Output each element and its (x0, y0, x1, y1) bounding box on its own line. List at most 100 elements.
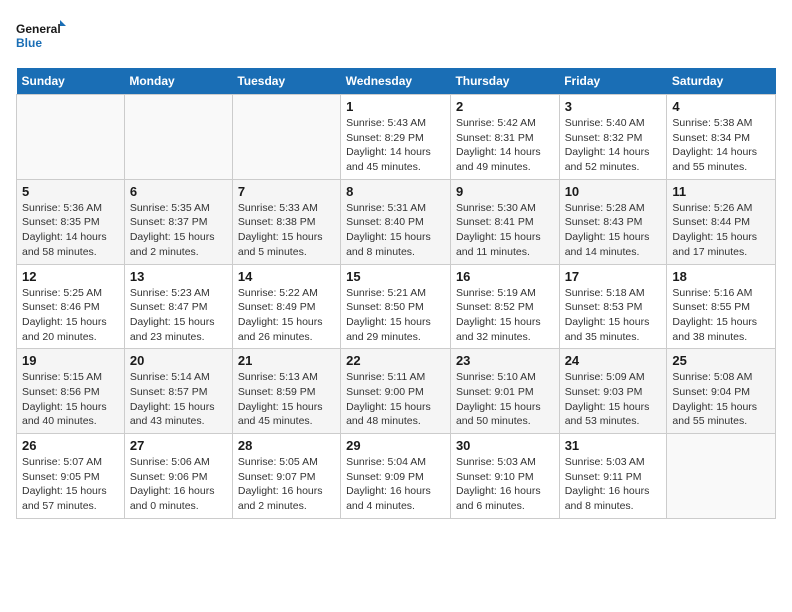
svg-text:Blue: Blue (16, 36, 42, 50)
day-number: 28 (238, 438, 335, 453)
day-info: Sunrise: 5:03 AM Sunset: 9:11 PM Dayligh… (565, 455, 662, 514)
day-number: 25 (672, 353, 770, 368)
day-info: Sunrise: 5:08 AM Sunset: 9:04 PM Dayligh… (672, 370, 770, 429)
calendar-header-row: SundayMondayTuesdayWednesdayThursdayFrid… (17, 68, 776, 95)
calendar-cell: 5 Sunrise: 5:36 AM Sunset: 8:35 PM Daylig… (17, 179, 125, 264)
day-number: 10 (565, 184, 662, 199)
day-info: Sunrise: 5:11 AM Sunset: 9:00 PM Dayligh… (346, 370, 445, 429)
day-info: Sunrise: 5:09 AM Sunset: 9:03 PM Dayligh… (565, 370, 662, 429)
day-number: 26 (22, 438, 119, 453)
day-info: Sunrise: 5:23 AM Sunset: 8:47 PM Dayligh… (130, 286, 227, 345)
calendar-cell: 24 Sunrise: 5:09 AM Sunset: 9:03 PM Dayli… (559, 349, 667, 434)
day-number: 18 (672, 269, 770, 284)
calendar-cell: 11 Sunrise: 5:26 AM Sunset: 8:44 PM Dayli… (667, 179, 776, 264)
calendar-week-4: 19 Sunrise: 5:15 AM Sunset: 8:56 PM Dayli… (17, 349, 776, 434)
col-header-wednesday: Wednesday (341, 68, 451, 95)
day-info: Sunrise: 5:40 AM Sunset: 8:32 PM Dayligh… (565, 116, 662, 175)
calendar-week-3: 12 Sunrise: 5:25 AM Sunset: 8:46 PM Dayli… (17, 264, 776, 349)
day-info: Sunrise: 5:25 AM Sunset: 8:46 PM Dayligh… (22, 286, 119, 345)
day-info: Sunrise: 5:13 AM Sunset: 8:59 PM Dayligh… (238, 370, 335, 429)
day-number: 21 (238, 353, 335, 368)
calendar-cell: 22 Sunrise: 5:11 AM Sunset: 9:00 PM Dayli… (341, 349, 451, 434)
col-header-sunday: Sunday (17, 68, 125, 95)
day-number: 30 (456, 438, 554, 453)
day-number: 19 (22, 353, 119, 368)
calendar-cell (667, 434, 776, 519)
day-number: 11 (672, 184, 770, 199)
day-info: Sunrise: 5:04 AM Sunset: 9:09 PM Dayligh… (346, 455, 445, 514)
calendar-cell: 17 Sunrise: 5:18 AM Sunset: 8:53 PM Dayli… (559, 264, 667, 349)
day-number: 12 (22, 269, 119, 284)
day-info: Sunrise: 5:22 AM Sunset: 8:49 PM Dayligh… (238, 286, 335, 345)
calendar-cell: 18Sunrise: 5:16 AM Sunset: 8:55 PM Dayli… (667, 264, 776, 349)
calendar-cell: 8Sunrise: 5:31 AM Sunset: 8:40 PM Daylig… (341, 179, 451, 264)
day-number: 1 (346, 99, 445, 114)
day-info: Sunrise: 5:28 AM Sunset: 8:43 PM Dayligh… (565, 201, 662, 260)
day-number: 24 (565, 353, 662, 368)
day-number: 29 (346, 438, 445, 453)
calendar-cell: 4 Sunrise: 5:38 AM Sunset: 8:34 PM Daylig… (667, 95, 776, 180)
day-info: Sunrise: 5:21 AM Sunset: 8:50 PM Dayligh… (346, 286, 445, 345)
calendar-cell: 19 Sunrise: 5:15 AM Sunset: 8:56 PM Dayli… (17, 349, 125, 434)
day-number: 9 (456, 184, 554, 199)
calendar-week-2: 5 Sunrise: 5:36 AM Sunset: 8:35 PM Daylig… (17, 179, 776, 264)
calendar-cell: 10 Sunrise: 5:28 AM Sunset: 8:43 PM Dayli… (559, 179, 667, 264)
day-number: 2 (456, 99, 554, 114)
calendar-cell: 29 Sunrise: 5:04 AM Sunset: 9:09 PM Dayli… (341, 434, 451, 519)
day-number: 3 (565, 99, 662, 114)
page-header: General Blue (16, 16, 776, 56)
calendar-table: SundayMondayTuesdayWednesdayThursdayFrid… (16, 68, 776, 519)
calendar-cell: 25 Sunrise: 5:08 AM Sunset: 9:04 PM Dayli… (667, 349, 776, 434)
day-info: Sunrise: 5:18 AM Sunset: 8:53 PM Dayligh… (565, 286, 662, 345)
day-number: 15 (346, 269, 445, 284)
day-info: Sunrise: 5:26 AM Sunset: 8:44 PM Dayligh… (672, 201, 770, 260)
svg-text:General: General (16, 22, 61, 36)
day-info: Sunrise: 5:10 AM Sunset: 9:01 PM Dayligh… (456, 370, 554, 429)
day-info: Sunrise: 5:43 AM Sunset: 8:29 PM Dayligh… (346, 116, 445, 175)
day-number: 6 (130, 184, 227, 199)
calendar-cell (124, 95, 232, 180)
day-number: 4 (672, 99, 770, 114)
day-info: Sunrise: 5:15 AM Sunset: 8:56 PM Dayligh… (22, 370, 119, 429)
day-info: Sunrise: 5:30 AM Sunset: 8:41 PM Dayligh… (456, 201, 554, 260)
day-number: 27 (130, 438, 227, 453)
calendar-cell (232, 95, 340, 180)
day-info: Sunrise: 5:19 AM Sunset: 8:52 PM Dayligh… (456, 286, 554, 345)
calendar-week-1: 1 Sunrise: 5:43 AM Sunset: 8:29 PM Daylig… (17, 95, 776, 180)
day-number: 17 (565, 269, 662, 284)
col-header-thursday: Thursday (450, 68, 559, 95)
day-number: 23 (456, 353, 554, 368)
day-number: 13 (130, 269, 227, 284)
calendar-cell: 21 Sunrise: 5:13 AM Sunset: 8:59 PM Dayli… (232, 349, 340, 434)
calendar-cell: 23 Sunrise: 5:10 AM Sunset: 9:01 PM Dayli… (450, 349, 559, 434)
calendar-cell: 27 Sunrise: 5:06 AM Sunset: 9:06 PM Dayli… (124, 434, 232, 519)
day-info: Sunrise: 5:06 AM Sunset: 9:06 PM Dayligh… (130, 455, 227, 514)
calendar-cell: 13 Sunrise: 5:23 AM Sunset: 8:47 PM Dayli… (124, 264, 232, 349)
day-info: Sunrise: 5:14 AM Sunset: 8:57 PM Dayligh… (130, 370, 227, 429)
calendar-cell: 15 Sunrise: 5:21 AM Sunset: 8:50 PM Dayli… (341, 264, 451, 349)
day-number: 7 (238, 184, 335, 199)
calendar-cell: 16Sunrise: 5:19 AM Sunset: 8:52 PM Dayli… (450, 264, 559, 349)
col-header-monday: Monday (124, 68, 232, 95)
col-header-saturday: Saturday (667, 68, 776, 95)
day-info: Sunrise: 5:38 AM Sunset: 8:34 PM Dayligh… (672, 116, 770, 175)
calendar-cell: 30 Sunrise: 5:03 AM Sunset: 9:10 PM Dayli… (450, 434, 559, 519)
calendar-cell: 20 Sunrise: 5:14 AM Sunset: 8:57 PM Dayli… (124, 349, 232, 434)
day-info: Sunrise: 5:33 AM Sunset: 8:38 PM Dayligh… (238, 201, 335, 260)
calendar-cell (17, 95, 125, 180)
calendar-cell: 12 Sunrise: 5:25 AM Sunset: 8:46 PM Dayli… (17, 264, 125, 349)
calendar-cell: 2Sunrise: 5:42 AM Sunset: 8:31 PM Daylig… (450, 95, 559, 180)
day-info: Sunrise: 5:05 AM Sunset: 9:07 PM Dayligh… (238, 455, 335, 514)
col-header-friday: Friday (559, 68, 667, 95)
day-info: Sunrise: 5:03 AM Sunset: 9:10 PM Dayligh… (456, 455, 554, 514)
day-info: Sunrise: 5:35 AM Sunset: 8:37 PM Dayligh… (130, 201, 227, 260)
calendar-cell: 3 Sunrise: 5:40 AM Sunset: 8:32 PM Daylig… (559, 95, 667, 180)
day-info: Sunrise: 5:36 AM Sunset: 8:35 PM Dayligh… (22, 201, 119, 260)
logo: General Blue (16, 16, 66, 56)
calendar-cell: 31Sunrise: 5:03 AM Sunset: 9:11 PM Dayli… (559, 434, 667, 519)
day-number: 22 (346, 353, 445, 368)
calendar-cell: 26Sunrise: 5:07 AM Sunset: 9:05 PM Dayli… (17, 434, 125, 519)
logo-icon: General Blue (16, 16, 66, 56)
day-number: 5 (22, 184, 119, 199)
day-number: 20 (130, 353, 227, 368)
